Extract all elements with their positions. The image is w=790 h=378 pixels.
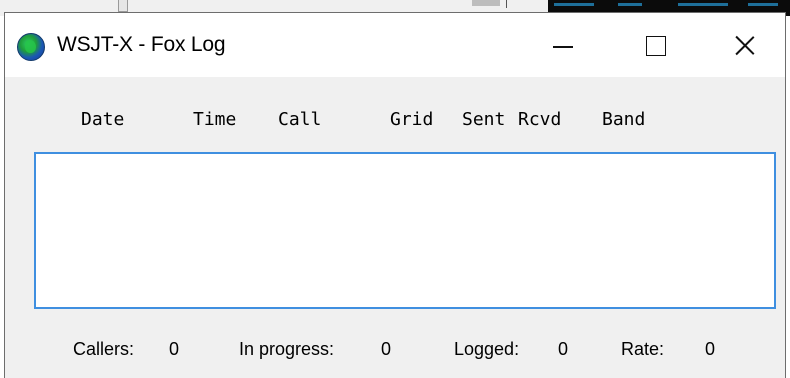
log-text-area[interactable] xyxy=(34,152,776,309)
column-header-call: Call xyxy=(278,109,322,130)
status-bar: Callers: 0 In progress: 0 Logged: 0 Rate… xyxy=(5,339,785,365)
callers-label: Callers: xyxy=(73,339,135,359)
column-header-rcvd: Rcvd xyxy=(518,109,562,130)
title-bar[interactable]: WSJT-X - Fox Log xyxy=(5,13,785,77)
wsjtx-globe-icon xyxy=(17,33,45,61)
maximize-button[interactable] xyxy=(623,13,687,77)
background-window-element xyxy=(472,0,500,6)
column-header-date: Date xyxy=(81,109,125,130)
background-window-element xyxy=(506,0,507,8)
column-header-sent: Sent xyxy=(462,109,506,130)
fox-log-window: WSJT-X - Fox Log Date Time Call Grid Sen… xyxy=(4,12,786,378)
background-window-element xyxy=(118,0,128,12)
in-progress-count: 0 xyxy=(381,339,392,359)
callers-count: 0 xyxy=(169,339,180,359)
logged-count: 0 xyxy=(558,339,569,359)
logged-label: Logged: xyxy=(454,339,520,359)
in-progress-label: In progress: xyxy=(239,339,335,359)
column-header-grid: Grid xyxy=(390,109,434,130)
column-header-band: Band xyxy=(602,109,646,130)
window-title: WSJT-X - Fox Log xyxy=(57,33,226,56)
close-button[interactable] xyxy=(713,13,777,77)
rate-label: Rate: xyxy=(621,339,665,359)
minimize-button[interactable] xyxy=(531,13,595,77)
rate-value: 0 xyxy=(705,339,716,359)
column-header-time: Time xyxy=(193,109,237,130)
log-column-headers: Date Time Call Grid Sent Rcvd Band xyxy=(5,109,785,135)
